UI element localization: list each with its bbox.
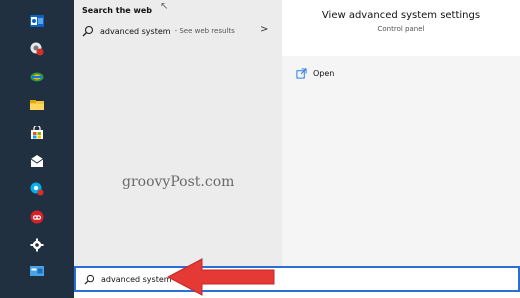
web-result-query: advanced system	[100, 26, 171, 36]
store-icon[interactable]	[30, 126, 44, 140]
groovypost-watermark: groovyPost.com	[122, 174, 235, 190]
settings-icon[interactable]	[30, 238, 44, 252]
creative-cloud-icon[interactable]	[30, 210, 44, 224]
open-icon	[296, 67, 307, 79]
window-app-icon[interactable]	[30, 264, 44, 278]
file-explorer-icon[interactable]	[30, 98, 44, 112]
detail-header: View advanced system settings Control pa…	[282, 0, 520, 56]
start-menu-search-screen: Search the web ↖ advanced system - See w…	[0, 0, 520, 298]
skype-badge-icon[interactable]	[30, 182, 44, 196]
outlook-icon[interactable]	[30, 14, 44, 28]
open-action[interactable]: Open	[296, 66, 334, 80]
detail-title: View advanced system settings	[321, 10, 481, 21]
search-results-panel: Search the web ↖ advanced system - See w…	[74, 0, 282, 266]
search-icon	[84, 274, 95, 285]
mouse-pointer-icon: ↖	[160, 1, 169, 12]
mail-icon[interactable]	[30, 154, 44, 168]
search-the-web-heading: Search the web	[82, 6, 153, 15]
open-label: Open	[313, 68, 335, 78]
search-icon	[82, 25, 94, 37]
result-detail-panel: View advanced system settings Control pa…	[282, 0, 520, 266]
red-arrow-icon	[166, 258, 275, 296]
web-result-advanced-system[interactable]: advanced system - See web results >	[74, 20, 282, 42]
search-box[interactable]	[74, 266, 520, 292]
chrome-canary-badge-icon[interactable]	[30, 42, 44, 56]
web-result-suffix: - See web results	[174, 27, 235, 35]
taskbar	[0, 0, 74, 298]
chevron-right-icon[interactable]: >	[260, 24, 268, 35]
detail-subtitle: Control panel	[377, 25, 425, 33]
pinned-app-icon[interactable]	[30, 70, 44, 84]
